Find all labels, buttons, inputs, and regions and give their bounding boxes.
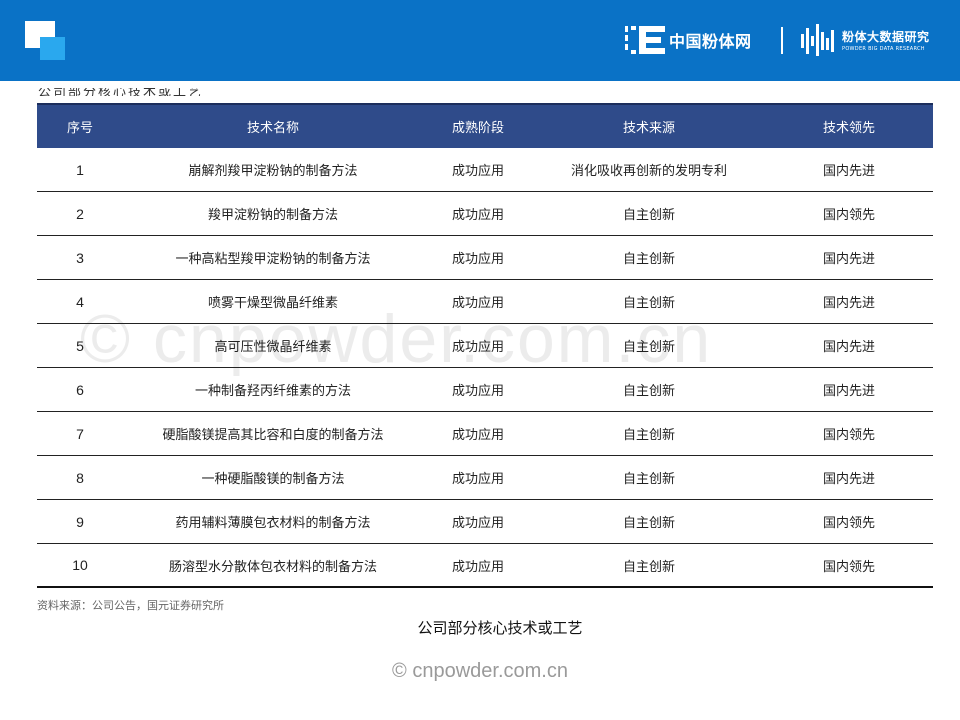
table-cell: 国内先进 — [822, 296, 875, 311]
table-cell: 10 — [72, 557, 88, 573]
table-row: 8 一种硬脂酸镁的制备方法 成功应用 自主创新 国内先进 — [37, 456, 933, 500]
brand2-en-name: POWDER BIG DATA RESEARCH — [842, 46, 925, 52]
table-header: 序号 技术名称 成熟阶段 技术来源 技术领先 — [37, 103, 933, 148]
table-cell: 自主创新 — [622, 516, 675, 531]
table-cell: 自主创新 — [622, 340, 675, 355]
col-header: 技术名称 — [246, 121, 299, 136]
bar-logo-icon — [801, 24, 834, 56]
source-note: 资料来源：公司公告，国元证券研究所 — [37, 599, 224, 612]
brand1-name: 中国粉体网 — [669, 32, 752, 51]
table-cell: 成功应用 — [451, 208, 504, 223]
table-cell: 成功应用 — [451, 559, 504, 575]
table-cell: 6 — [76, 381, 84, 398]
table-cell: 成功应用 — [451, 340, 504, 355]
table-cell: 国内领先 — [822, 428, 875, 443]
table-cell: 一种制备羟丙纤维素的方法 — [194, 384, 351, 399]
table-cell: 药用辅料薄膜包衣材料的制备方法 — [175, 516, 371, 531]
table-row: 10 肠溶型水分散体包衣材料的制备方法 成功应用 自主创新 国内领先 — [37, 544, 933, 588]
table-cell: 5 — [76, 337, 84, 354]
table-cell: 羧甲淀粉钠的制备方法 — [207, 208, 338, 223]
table-row: 3 一种高粘型羧甲淀粉钠的制备方法 成功应用 自主创新 国内先进 — [37, 236, 933, 280]
col-header: 技术来源 — [622, 121, 675, 136]
table-cell: 成功应用 — [451, 164, 504, 179]
table-cell: 4 — [76, 293, 84, 310]
table-row: 5 高可压性微晶纤维素 成功应用 自主创新 国内先进 — [37, 324, 933, 368]
table-cell: 成功应用 — [451, 252, 504, 267]
table-cell: 国内先进 — [822, 384, 875, 399]
table-cell: 国内领先 — [822, 208, 875, 223]
table-cell: 自主创新 — [622, 384, 675, 399]
table-row: 1 崩解剂羧甲淀粉钠的制备方法 成功应用 消化吸收再创新的发明专利 国内先进 — [37, 148, 933, 192]
header-divider — [781, 27, 783, 54]
table-cell: 2 — [76, 205, 84, 222]
table-cell: 成功应用 — [451, 296, 504, 311]
bottom-watermark: © cnpowder.com.cn — [392, 660, 568, 682]
table-row: 2 羧甲淀粉钠的制备方法 成功应用 自主创新 国内领先 — [37, 192, 933, 236]
table-cell: 8 — [76, 469, 84, 486]
table-cell: 自主创新 — [622, 559, 675, 575]
table-row: 4 喷雾干燥型微晶纤维素 成功应用 自主创新 国内先进 — [37, 280, 933, 324]
table-cell: 国内先进 — [822, 340, 875, 355]
cnpowder-logo-icon — [625, 26, 665, 54]
table-cell: 国内先进 — [822, 472, 875, 487]
table-cell: 高可压性微晶纤维素 — [214, 340, 332, 355]
table-cell: 1 — [76, 161, 84, 178]
table-cell: 成功应用 — [451, 384, 504, 399]
table-cell: 消化吸收再创新的发明专利 — [570, 164, 727, 179]
table-cell: 自主创新 — [622, 296, 675, 311]
table-cell: 国内领先 — [822, 516, 875, 531]
brand-cnpowder[interactable]: 中国粉体网 — [623, 22, 752, 58]
table-row: 9 药用辅料薄膜包衣材料的制备方法 成功应用 自主创新 国内领先 — [37, 500, 933, 544]
table-cell: 国内先进 — [822, 252, 875, 267]
brand2-cn-name: 粉体大数据研究 — [842, 30, 930, 44]
header-bar: 中国粉体网 粉体大数据研究 POWDER BIG DATA RESEARCH — [0, 0, 960, 81]
table-cell: 成功应用 — [451, 428, 504, 443]
table-body: 1 崩解剂羧甲淀粉钠的制备方法 成功应用 消化吸收再创新的发明专利 国内先进 2 羧甲淀粉钠… — [37, 148, 933, 588]
table-cell: 喷雾干燥型微晶纤维素 — [207, 296, 338, 311]
table-cell: 一种硬脂酸镁的制备方法 — [201, 472, 345, 487]
table-cell: 硬脂酸镁提高其比容和白度的制备方法 — [162, 428, 384, 443]
logo-square-accent-icon — [40, 37, 65, 60]
table-cell: 成功应用 — [451, 516, 504, 531]
table-cell: 自主创新 — [622, 208, 675, 223]
col-header: 技术领先 — [822, 121, 875, 136]
tech-table: 序号 技术名称 成熟阶段 技术来源 技术领先 1 崩解剂羧甲淀粉钠的制备方法 成功应… — [37, 103, 933, 588]
caption: 公司部分核心技术或工艺 — [417, 619, 583, 637]
table-cell: 国内先进 — [822, 164, 875, 179]
table-cell: 自主创新 — [622, 428, 675, 443]
col-header: 序号 — [66, 121, 93, 136]
table-cell: 自主创新 — [622, 252, 675, 267]
table-cell: 成功应用 — [451, 472, 504, 487]
table-cell: 自主创新 — [622, 472, 675, 487]
table-row: 6 一种制备羟丙纤维素的方法 成功应用 自主创新 国内先进 — [37, 368, 933, 412]
clipped-title: 公司部分核心技术或工艺 — [38, 88, 204, 96]
table-cell: 国内领先 — [822, 559, 875, 575]
table-cell: 9 — [76, 513, 84, 530]
brand-big-data[interactable]: 粉体大数据研究 POWDER BIG DATA RESEARCH — [800, 20, 930, 60]
table-cell: 肠溶型水分散体包衣材料的制备方法 — [168, 559, 377, 575]
table-cell: 崩解剂羧甲淀粉钠的制备方法 — [188, 164, 358, 179]
table-cell: 3 — [76, 249, 84, 266]
table-cell: 一种高粘型羧甲淀粉钠的制备方法 — [175, 252, 371, 267]
table-row: 7 硬脂酸镁提高其比容和白度的制备方法 成功应用 自主创新 国内领先 — [37, 412, 933, 456]
table-cell: 7 — [76, 425, 84, 442]
col-header: 成熟阶段 — [451, 121, 504, 136]
